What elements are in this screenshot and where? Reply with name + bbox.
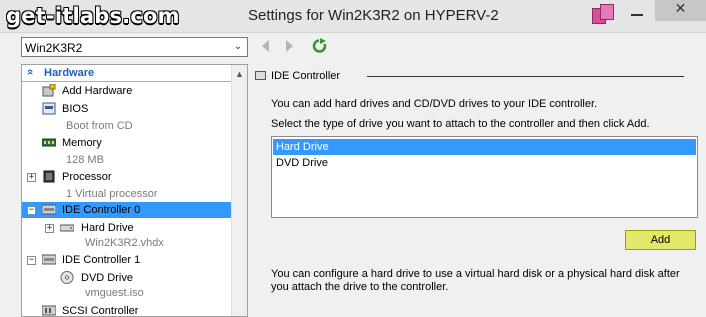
window-title: Settings for Win2K3R2 on HYPERV-2 [248, 7, 499, 24]
hyperv-settings-icon [592, 4, 616, 28]
tree-item-dvd-drive[interactable]: DVD Drive [22, 270, 232, 286]
hardware-header-label: Hardware [44, 67, 95, 79]
ide-controller-icon [42, 254, 56, 265]
tree-item-label: SCSI Controller [62, 305, 139, 317]
ide-controller-section-icon [255, 71, 266, 80]
tree-item-label: DVD Drive [81, 272, 133, 284]
tree-item-label: Add Hardware [62, 85, 133, 97]
intro-text: You can add hard drives and CD/DVD drive… [271, 98, 598, 110]
list-item-hard-drive[interactable]: Hard Drive [273, 139, 696, 155]
hard-drive-icon [60, 224, 74, 232]
tree-item-detail: 1 Virtual processor [66, 188, 158, 200]
close-icon: ✕ [674, 1, 687, 17]
tree-item-detail: Win2K3R2.vhdx [85, 237, 164, 249]
tree-item-bios[interactable]: BIOS [22, 101, 232, 117]
vm-selector-dropdown[interactable]: Win2K3R2 ⌄ [21, 37, 248, 57]
scroll-up-icon[interactable]: ▲ [235, 69, 244, 79]
processor-icon [43, 170, 55, 183]
bios-icon [42, 102, 56, 115]
collapse-icon[interactable]: − [27, 256, 36, 265]
hardware-tree[interactable]: « Hardware Add Hardware BIOS Boot from C… [21, 64, 248, 317]
minimize-button[interactable] [628, 6, 648, 20]
tree-item-ide-controller-1[interactable]: − IDE Controller 1 [22, 252, 232, 268]
tree-item-label: Memory [62, 137, 102, 149]
tree-item-label: IDE Controller 1 [62, 254, 141, 266]
tree-item-hard-drive[interactable]: + Hard Drive [22, 220, 232, 236]
refresh-icon[interactable] [311, 37, 328, 54]
tree-item-detail: 128 MB [66, 154, 104, 166]
list-item-dvd-drive[interactable]: DVD Drive [273, 155, 696, 171]
tree-item-detail: Boot from CD [66, 120, 133, 132]
back-arrow-icon[interactable] [262, 40, 269, 52]
tree-item-processor[interactable]: + Processor [22, 169, 232, 185]
tree-item-label: IDE Controller 0 [62, 204, 141, 216]
tree-item-label: BIOS [62, 103, 89, 115]
tree-scrollbar[interactable]: ▲ [231, 65, 247, 316]
tree-item-scsi-controller[interactable]: SCSI Controller [22, 303, 232, 317]
watermark: get-itlabs.com [6, 4, 180, 28]
instruction-text: Select the type of drive you want to att… [271, 118, 650, 130]
tree-item-add-hardware[interactable]: Add Hardware [22, 83, 232, 99]
scsi-controller-icon [42, 305, 56, 316]
vm-selector-value: Win2K3R2 [25, 41, 83, 55]
tree-item-ide-controller-0[interactable]: − IDE Controller 0 [22, 202, 232, 218]
expand-icon[interactable]: + [45, 224, 54, 233]
add-button[interactable]: Add [625, 230, 696, 250]
title-divider [367, 76, 684, 77]
dvd-drive-icon [60, 271, 74, 284]
tree-item-detail: vmguest.iso [85, 287, 144, 299]
collapse-icon[interactable]: − [27, 206, 36, 215]
footer-text-line2: you attach the drive to the controller. [271, 281, 449, 293]
tree-item-label: Processor [62, 171, 112, 183]
add-hardware-icon [42, 84, 56, 97]
forward-arrow-icon[interactable] [286, 40, 293, 52]
chevron-down-icon: ⌄ [233, 41, 243, 52]
close-button[interactable]: ✕ [655, 0, 706, 21]
memory-icon [42, 138, 56, 147]
panel-title: IDE Controller [271, 70, 341, 82]
drive-type-listbox[interactable]: Hard Drive DVD Drive [271, 136, 698, 218]
tree-item-memory[interactable]: Memory [22, 135, 232, 151]
expand-icon[interactable]: + [27, 173, 36, 182]
title-bar: get-itlabs.com Settings for Win2K3R2 on … [0, 0, 706, 33]
hardware-section-header[interactable]: « Hardware [22, 65, 232, 82]
collapse-icon: « [24, 68, 37, 76]
ide-controller-icon [42, 204, 56, 215]
tree-item-label: Hard Drive [81, 222, 134, 234]
